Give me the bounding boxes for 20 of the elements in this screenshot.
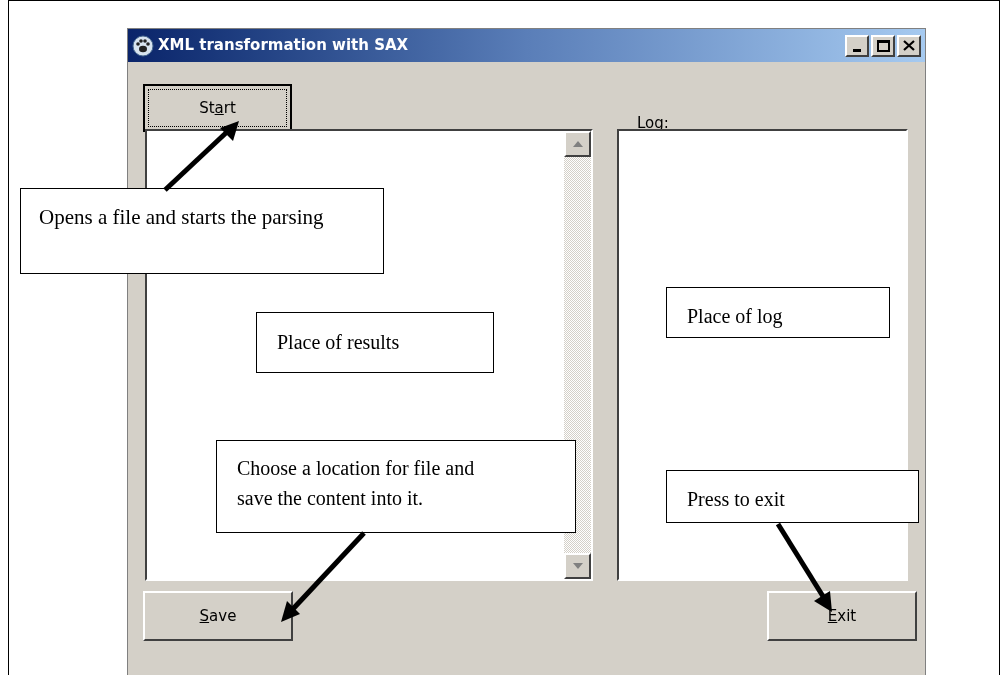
minimize-icon — [853, 48, 861, 52]
save-button[interactable]: Save — [143, 591, 293, 641]
paw-icon — [132, 34, 154, 57]
start-button[interactable]: Start — [143, 84, 292, 132]
maximize-icon — [876, 39, 890, 52]
close-button[interactable] — [897, 34, 921, 57]
down-arrow-icon — [572, 563, 583, 569]
scroll-up-button[interactable] — [564, 131, 592, 157]
callout-box: Opens a file and starts the parsing — [20, 188, 384, 274]
minimize-button[interactable] — [845, 34, 869, 57]
scrollbar[interactable] — [564, 131, 592, 579]
maximize-button[interactable] — [871, 34, 895, 57]
callout-box: Press to exit — [666, 470, 919, 523]
window-title: XML transformation with SAX — [158, 35, 409, 57]
callout-box: Place of results — [256, 312, 494, 373]
callout-box: Choose a location for file and save the content into it. — [216, 440, 576, 533]
callout-box: Place of log — [666, 287, 890, 338]
scroll-down-button[interactable] — [564, 553, 592, 579]
close-icon — [903, 40, 915, 51]
up-arrow-icon — [572, 141, 583, 147]
